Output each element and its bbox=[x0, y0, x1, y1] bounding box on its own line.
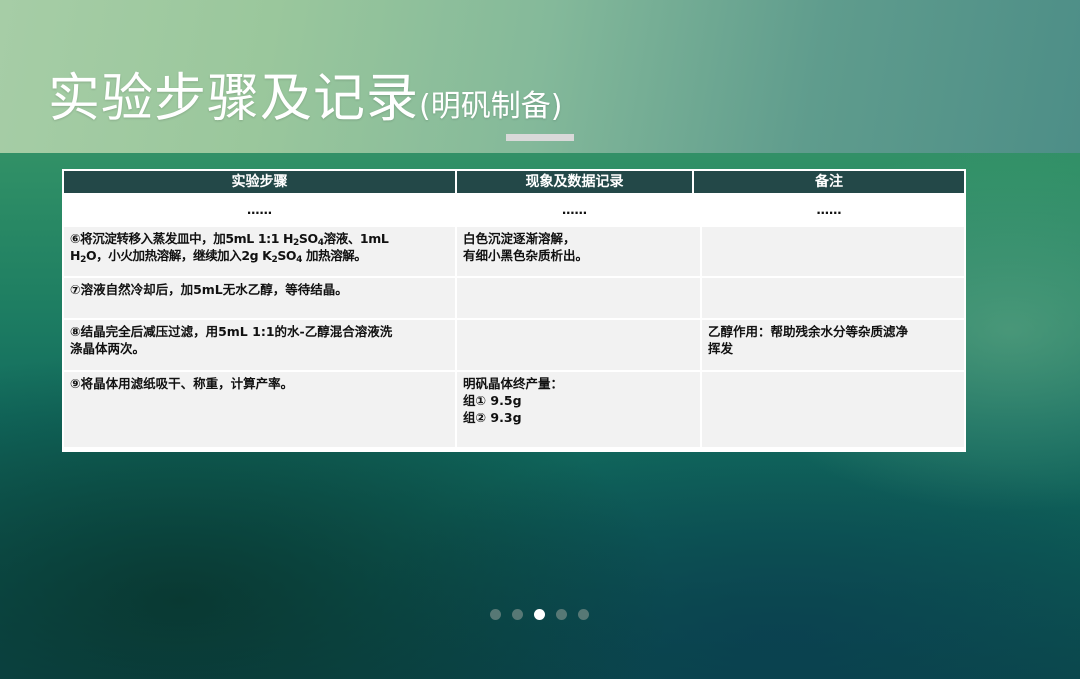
cell-step-3-line1: ⑧结晶完全后减压过滤，用5mL 1:1的水-乙醇混合溶液洗 bbox=[70, 324, 393, 339]
table-row: …… bbox=[457, 195, 692, 225]
cell-note-0: …… bbox=[816, 202, 842, 217]
pagination-dot-3[interactable] bbox=[534, 609, 545, 620]
cell-step-3-line2: 涤晶体两次。 bbox=[70, 341, 146, 356]
cell-step-1-line2: H2O，小火加热溶解，继续加入2g K2SO4 加热溶解。 bbox=[70, 248, 367, 265]
pagination-dot-4[interactable] bbox=[556, 609, 567, 620]
slide-title-main: 实验步骤及记录 bbox=[48, 69, 420, 129]
pagination-dot-1[interactable] bbox=[490, 609, 501, 620]
table-row: …… bbox=[694, 195, 964, 225]
cell-note-3-line1: 乙醇作用：帮助残余水分等杂质滤净 bbox=[708, 324, 909, 339]
pagination-dot-2[interactable] bbox=[512, 609, 523, 620]
slide-title: 实验步骤及记录(明矾制备) bbox=[48, 66, 562, 132]
table-row: ⑦溶液自然冷却后，加5mL无水乙醇，等待结晶。 bbox=[64, 278, 455, 318]
pagination-dot-5[interactable] bbox=[578, 609, 589, 620]
table-row bbox=[702, 278, 964, 318]
slide-pagination bbox=[490, 608, 589, 621]
table-row: 白色沉淀逐渐溶解， 有细小黑色杂质析出。 bbox=[457, 227, 700, 276]
cell-record-1-line2: 有细小黑色杂质析出。 bbox=[463, 248, 589, 263]
table-header-record: 现象及数据记录 bbox=[457, 171, 692, 193]
cell-note-3-line2: 挥发 bbox=[708, 341, 734, 356]
table-row bbox=[457, 278, 700, 318]
cell-record-1-line1: 白色沉淀逐渐溶解， bbox=[463, 231, 576, 246]
cell-record-4-line2: 组① 9.5g bbox=[463, 393, 522, 408]
slide-title-sub: (明矾制备) bbox=[419, 89, 563, 124]
table-row bbox=[702, 372, 964, 447]
cell-step-0: …… bbox=[247, 202, 272, 217]
table-row: 乙醇作用：帮助残余水分等杂质滤净 挥发 bbox=[702, 320, 964, 370]
experiment-table: 实验步骤 现象及数据记录 备注 …… …… …… ⑥将沉淀转移入蒸发皿中，加5m… bbox=[62, 169, 966, 452]
cell-step-2: ⑦溶液自然冷却后，加5mL无水乙醇，等待结晶。 bbox=[70, 282, 348, 297]
table-row: ⑨将晶体用滤纸吸干、称重，计算产率。 bbox=[64, 372, 455, 447]
table-row: ⑥将沉淀转移入蒸发皿中，加5mL 1:1 H2SO4溶液、1mL H2O，小火加… bbox=[64, 227, 455, 276]
table-row: 明矾晶体终产量： 组① 9.5g 组② 9.3g bbox=[457, 372, 700, 447]
cell-step-4: ⑨将晶体用滤纸吸干、称重，计算产率。 bbox=[70, 376, 294, 391]
cell-record-4-line3: 组② 9.3g bbox=[463, 410, 522, 425]
title-underline bbox=[506, 134, 574, 141]
cell-step-1-line1: ⑥将沉淀转移入蒸发皿中，加5mL 1:1 H2SO4溶液、1mL bbox=[70, 231, 389, 248]
cell-record-4-line1: 明矾晶体终产量： bbox=[463, 376, 564, 391]
table-row bbox=[702, 227, 964, 276]
table-header-step: 实验步骤 bbox=[64, 171, 455, 193]
table-row bbox=[457, 320, 700, 370]
table-row: …… bbox=[64, 195, 455, 225]
table-header-note: 备注 bbox=[694, 171, 964, 193]
table-row: ⑧结晶完全后减压过滤，用5mL 1:1的水-乙醇混合溶液洗 涤晶体两次。 bbox=[64, 320, 455, 370]
cell-record-0: …… bbox=[562, 202, 587, 217]
